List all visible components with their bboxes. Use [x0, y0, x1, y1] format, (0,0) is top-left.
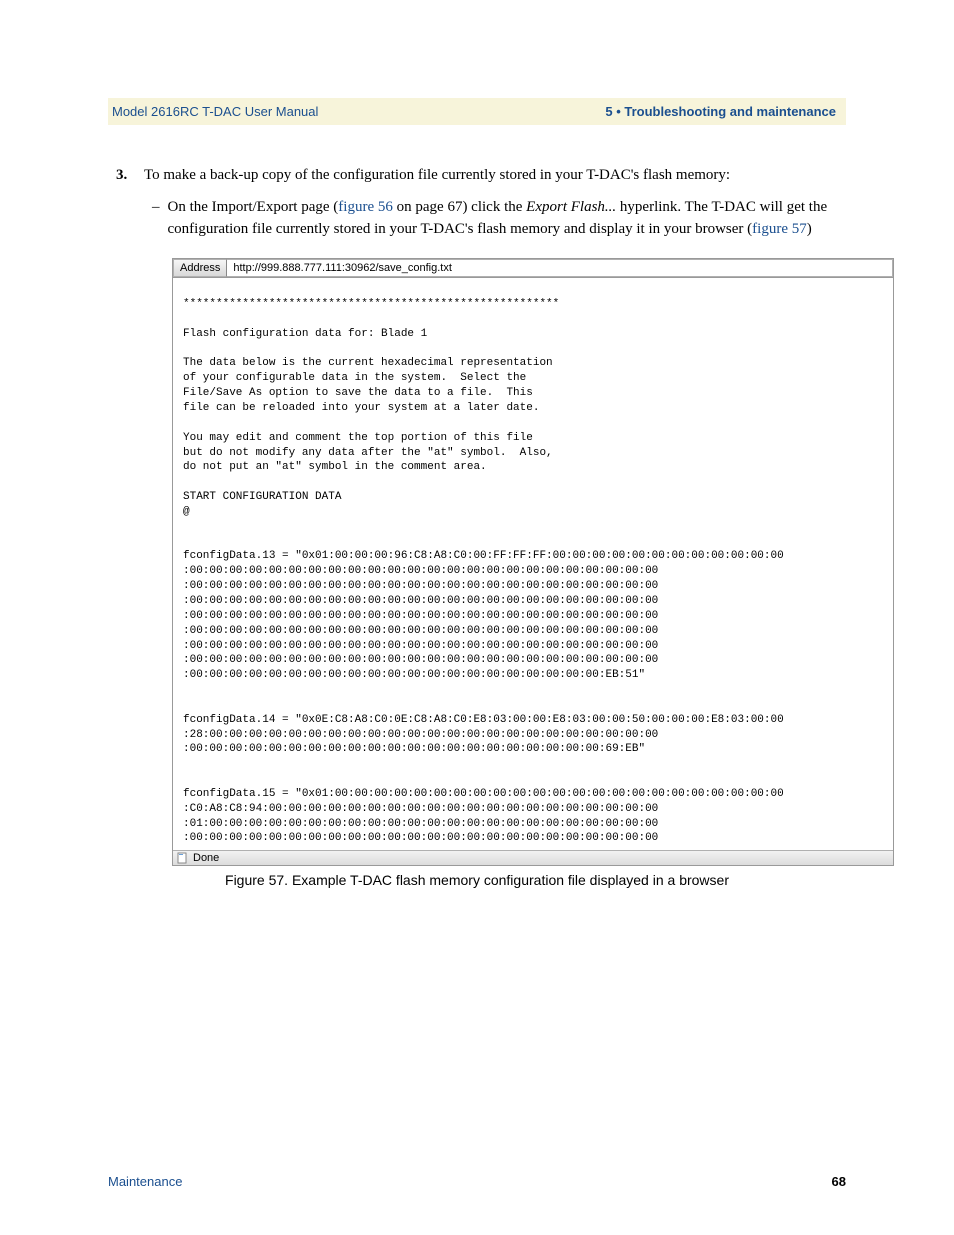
step-number: 3. [116, 165, 134, 187]
status-text: Done [193, 852, 219, 864]
bullet-text-2: on page 67) click the [393, 199, 526, 215]
link-figure-56[interactable]: figure 56 [338, 199, 393, 215]
sub-bullet: – On the Import/Export page (figure 56 o… [152, 197, 846, 241]
bullet-text-4: ) [807, 221, 812, 237]
page-number: 68 [832, 1174, 846, 1189]
config-text-output: ****************************************… [173, 278, 893, 850]
header-left: Model 2616RC T-DAC User Manual [112, 104, 318, 119]
link-figure-57[interactable]: figure 57 [752, 221, 807, 237]
bullet-body: On the Import/Export page (figure 56 on … [168, 197, 847, 241]
header-right: 5 • Troubleshooting and maintenance [605, 104, 836, 119]
step-text: To make a back-up copy of the configurat… [144, 165, 730, 187]
figure-caption: Figure 57. Example T-DAC flash memory co… [108, 872, 846, 888]
browser-screenshot: Address http://999.888.777.111:30962/sav… [172, 258, 894, 866]
page-header: Model 2616RC T-DAC User Manual 5 • Troub… [108, 98, 846, 125]
address-field[interactable]: http://999.888.777.111:30962/save_config… [227, 259, 893, 277]
page-footer: Maintenance 68 [108, 1174, 846, 1189]
address-label: Address [173, 259, 227, 277]
status-bar: Done [173, 850, 893, 865]
step-3: 3. To make a back-up copy of the configu… [108, 165, 846, 187]
address-bar: Address http://999.888.777.111:30962/sav… [173, 259, 893, 278]
page-icon [177, 852, 189, 864]
footer-section: Maintenance [108, 1174, 182, 1189]
export-flash-label: Export Flash... [526, 199, 616, 215]
bullet-text-1: On the Import/Export page ( [168, 199, 339, 215]
bullet-dash: – [152, 197, 160, 241]
